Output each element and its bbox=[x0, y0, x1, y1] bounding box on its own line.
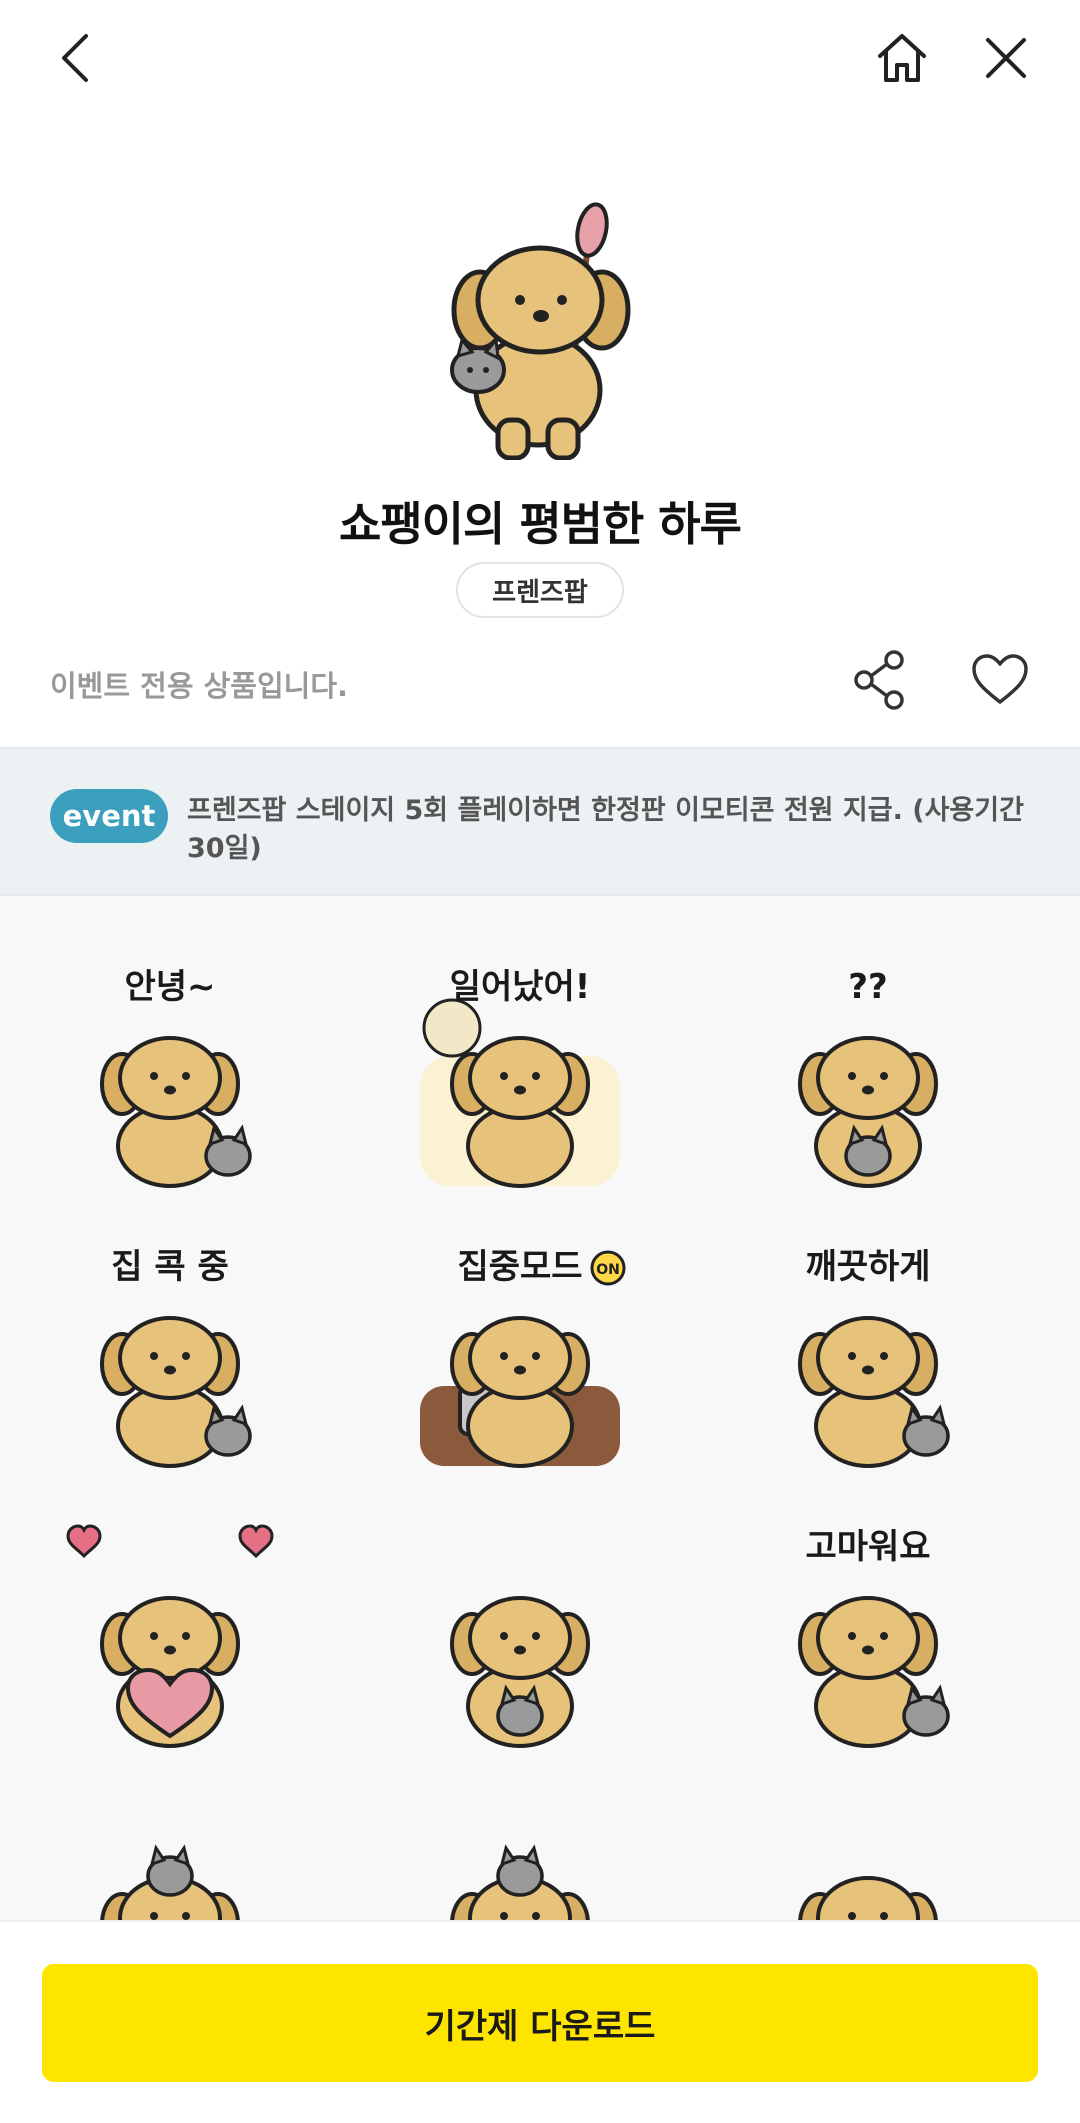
chevron-left-icon bbox=[62, 34, 88, 82]
download-button[interactable]: 기간제 다운로드 bbox=[42, 1964, 1038, 2082]
sticker-item[interactable]: 안녕~ bbox=[50, 956, 290, 1196]
event-badge: event bbox=[50, 789, 168, 843]
sticker-caption: 집중모드 bbox=[457, 1247, 582, 1287]
sticker-image bbox=[66, 1524, 274, 1748]
sticker-image: 안녕~ bbox=[100, 967, 252, 1188]
sticker-caption: 고마워요 bbox=[805, 1527, 930, 1567]
sticker-grid: 안녕~ 일어났어!?? 집 콕 중 집중모드 ON 깨끗하게고마워요 bbox=[0, 896, 1080, 1920]
sticker-item[interactable] bbox=[50, 1796, 290, 1920]
sticker-image bbox=[450, 1596, 590, 1748]
sticker-item[interactable] bbox=[748, 1796, 988, 1920]
share-icon bbox=[854, 650, 904, 710]
sticker-caption: 안녕~ bbox=[124, 967, 215, 1007]
sticker-image: 집 콕 중 bbox=[100, 1247, 252, 1468]
sticker-image: 일어났어! bbox=[420, 967, 620, 1188]
brand-chip[interactable]: 프렌즈팝 bbox=[456, 562, 624, 618]
close-button[interactable] bbox=[966, 18, 1046, 98]
sticker-item[interactable]: 일어났어! bbox=[400, 956, 640, 1196]
sticker-badge: ON bbox=[596, 1262, 620, 1278]
sticker-item[interactable]: 깨끗하게 bbox=[748, 1236, 988, 1476]
sticker-item[interactable] bbox=[50, 1516, 290, 1756]
sticker-image: ?? bbox=[798, 967, 938, 1188]
sticker-caption: 집 콕 중 bbox=[111, 1247, 229, 1287]
event-description: 프렌즈팝 스테이지 5회 플레이하면 한정판 이모티콘 전원 지급. (사용기간… bbox=[187, 795, 1024, 864]
product-title: 쇼팽이의 평범한 하루 bbox=[339, 497, 742, 551]
event-banner: event 프렌즈팝 스테이지 5회 플레이하면 한정판 이모티콘 전원 지급.… bbox=[0, 747, 1080, 896]
sticker-image: 고마워요 bbox=[798, 1527, 950, 1748]
sticker-image bbox=[450, 1844, 590, 1920]
sticker-image bbox=[100, 1844, 240, 1920]
share-button[interactable] bbox=[840, 640, 920, 720]
sticker-item[interactable]: ?? bbox=[748, 956, 988, 1196]
sticker-image bbox=[798, 1876, 938, 1920]
close-icon bbox=[986, 38, 1026, 78]
event-only-notice: 이벤트 전용 상품입니다. bbox=[50, 669, 349, 703]
home-button[interactable] bbox=[862, 18, 942, 98]
sticker-item[interactable] bbox=[400, 1796, 640, 1920]
bottom-bar: 기간제 다운로드 bbox=[0, 1920, 1080, 2123]
sticker-item[interactable]: 집중모드 ON bbox=[400, 1236, 640, 1476]
sticker-item[interactable] bbox=[400, 1516, 640, 1756]
home-icon bbox=[878, 34, 926, 82]
sticker-caption: ?? bbox=[848, 967, 887, 1007]
like-button[interactable] bbox=[960, 640, 1040, 720]
sticker-caption: 깨끗하게 bbox=[805, 1247, 930, 1287]
heart-icon bbox=[972, 654, 1028, 704]
dog-character-image bbox=[450, 202, 631, 460]
sticker-caption: 일어났어! bbox=[450, 967, 591, 1007]
sticker-item[interactable]: 집 콕 중 bbox=[50, 1236, 290, 1476]
back-button[interactable] bbox=[34, 18, 114, 98]
sticker-image: 깨끗하게 bbox=[798, 1247, 950, 1468]
sticker-image: 집중모드 ON bbox=[420, 1247, 626, 1468]
product-thumbnail bbox=[0, 200, 1080, 460]
top-bar bbox=[0, 0, 1080, 120]
sticker-item[interactable]: 고마워요 bbox=[748, 1516, 988, 1756]
